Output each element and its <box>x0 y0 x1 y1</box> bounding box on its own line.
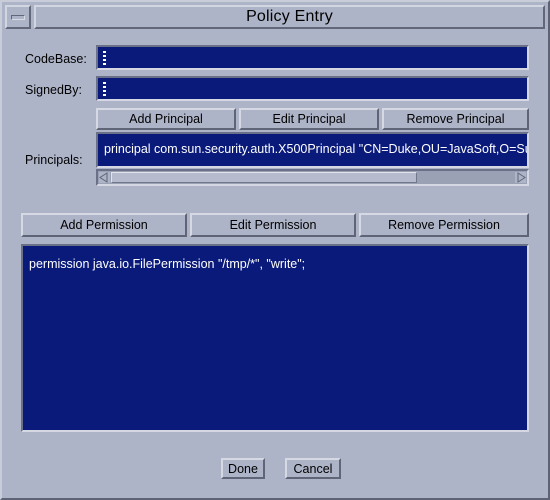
codebase-label: CodeBase: <box>25 52 87 66</box>
cancel-button[interactable]: Cancel <box>285 458 341 479</box>
text-caret-icon <box>103 51 106 66</box>
window-minimize-button[interactable] <box>5 5 31 29</box>
policy-entry-window: Policy Entry CodeBase: SignedBy: Add Pri… <box>0 0 550 500</box>
principals-list[interactable]: principal com.sun.security.auth.X500Prin… <box>96 132 529 168</box>
list-item[interactable]: principal com.sun.security.auth.X500Prin… <box>104 142 527 156</box>
permissions-textarea[interactable]: permission java.io.FilePermission "/tmp/… <box>21 244 529 432</box>
edit-principal-button[interactable]: Edit Principal <box>239 108 379 130</box>
remove-principal-button[interactable]: Remove Principal <box>382 108 529 130</box>
codebase-input[interactable] <box>96 45 529 70</box>
text-caret-icon <box>103 82 106 97</box>
scroll-right-arrow-icon[interactable] <box>515 172 526 183</box>
add-principal-button[interactable]: Add Principal <box>96 108 236 130</box>
principals-horizontal-scrollbar[interactable] <box>96 169 529 186</box>
edit-permission-button[interactable]: Edit Permission <box>190 213 356 237</box>
remove-permission-button[interactable]: Remove Permission <box>359 213 529 237</box>
scrollbar-thumb[interactable] <box>111 172 417 183</box>
scroll-left-arrow-icon[interactable] <box>99 172 110 183</box>
minimize-icon <box>11 14 25 20</box>
window-title: Policy Entry <box>34 5 545 29</box>
permission-line[interactable]: permission java.io.FilePermission "/tmp/… <box>29 257 305 271</box>
dialog-body: CodeBase: SignedBy: Add Principal Edit P… <box>5 32 545 496</box>
principals-label: Principals: <box>25 153 83 167</box>
done-button[interactable]: Done <box>221 458 265 479</box>
signedby-input[interactable] <box>96 76 529 101</box>
titlebar: Policy Entry <box>5 5 545 29</box>
signedby-label: SignedBy: <box>25 83 82 97</box>
add-permission-button[interactable]: Add Permission <box>21 213 187 237</box>
